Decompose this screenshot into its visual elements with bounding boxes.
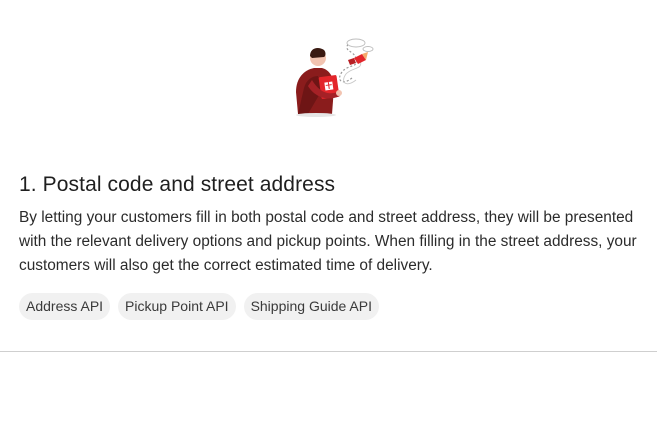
page: 1. Postal code and street address By let…	[0, 0, 657, 431]
section-title: 1. Postal code and street address	[19, 173, 336, 196]
section-description: By letting your customers fill in both p…	[19, 209, 637, 274]
tag-shipping-guide-api[interactable]: Shipping Guide API	[243, 293, 379, 320]
tag-address-api[interactable]: Address API	[19, 293, 111, 320]
tag-pickup-point-api[interactable]: Pickup Point API	[118, 293, 236, 320]
section-divider	[0, 351, 657, 352]
api-tag-list: Address API Pickup Point API Shipping Gu…	[19, 293, 379, 320]
delivery-person-with-parcel-icon	[282, 30, 378, 120]
